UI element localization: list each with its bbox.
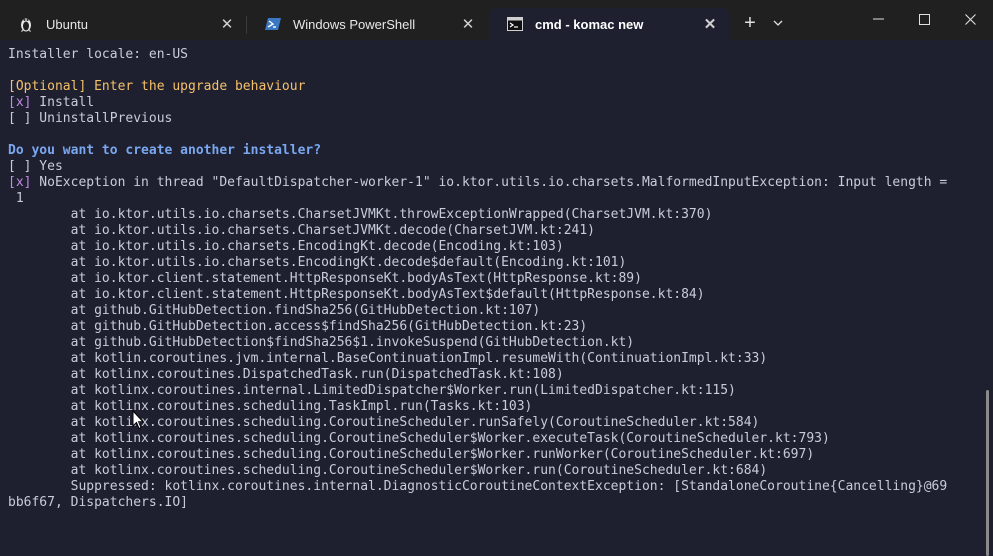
option-install: [x] Install bbox=[8, 95, 947, 111]
stack-line: at io.ktor.client.statement.HttpResponse… bbox=[8, 271, 642, 286]
minimize-button[interactable] bbox=[855, 0, 901, 38]
tab-label: cmd - komac new bbox=[535, 16, 644, 32]
new-tab-button[interactable]: + bbox=[738, 10, 762, 36]
close-tab-icon[interactable]: ✕ bbox=[212, 12, 242, 36]
powershell-icon bbox=[265, 16, 281, 32]
locale-line: Installer locale: en-US bbox=[8, 47, 189, 62]
error-continuation: 1 bbox=[8, 191, 24, 206]
maximize-button[interactable] bbox=[901, 0, 947, 38]
maximize-icon bbox=[918, 13, 930, 25]
error-text: NoException in thread "DefaultDispatcher… bbox=[31, 175, 948, 190]
stack-line: at github.GitHubDetection$findSha256$1.i… bbox=[8, 335, 635, 350]
stack-line: at kotlinx.coroutines.scheduling.TaskImp… bbox=[8, 399, 533, 414]
tab-bar: Ubuntu ✕ Windows PowerShell ✕ cmd - koma… bbox=[0, 0, 993, 40]
option-uninstall: [ ] UninstallPrevious bbox=[8, 111, 173, 126]
option-yes: [ ] Yes bbox=[8, 159, 63, 174]
stack-line: at github.GitHubDetection.findSha256(Git… bbox=[8, 303, 541, 318]
tab-ubuntu[interactable]: Ubuntu ✕ bbox=[0, 8, 246, 40]
stack-line: at io.ktor.utils.io.charsets.CharsetJVMK… bbox=[8, 223, 595, 238]
stack-line: at io.ktor.utils.io.charsets.CharsetJVMK… bbox=[8, 207, 713, 222]
tab-powershell[interactable]: Windows PowerShell ✕ bbox=[247, 8, 487, 40]
terminal-output[interactable]: Installer locale: en-US [Optional] Enter… bbox=[0, 40, 993, 556]
linux-penguin-icon bbox=[18, 16, 34, 32]
tab-label: Windows PowerShell bbox=[293, 16, 416, 32]
stack-line: at io.ktor.utils.io.charsets.EncodingKt.… bbox=[8, 255, 627, 270]
tab-cmd[interactable]: cmd - komac new ✕ bbox=[489, 8, 729, 40]
selected-mark: [x] bbox=[8, 95, 32, 110]
stack-line: at kotlin.coroutines.jvm.internal.BaseCo… bbox=[8, 351, 768, 366]
upgrade-prompt: [Optional] Enter the upgrade behaviour bbox=[8, 79, 306, 94]
tab-dropdown-button[interactable] bbox=[768, 10, 788, 36]
close-tab-icon[interactable]: ✕ bbox=[695, 12, 725, 36]
cmd-icon bbox=[507, 16, 523, 32]
stack-line: at kotlinx.coroutines.scheduling.Corouti… bbox=[8, 463, 768, 478]
chevron-down-icon bbox=[773, 20, 783, 26]
scrollbar-thumb[interactable] bbox=[986, 390, 989, 556]
close-icon bbox=[964, 13, 976, 25]
stack-line: at io.ktor.utils.io.charsets.EncodingKt.… bbox=[8, 239, 564, 254]
stack-line: at kotlinx.coroutines.internal.LimitedDi… bbox=[8, 383, 736, 398]
stack-line: at io.ktor.client.statement.HttpResponse… bbox=[8, 287, 705, 302]
option-label: Install bbox=[31, 95, 95, 110]
another-prompt: Do you want to create another installer? bbox=[8, 143, 322, 158]
suppressed-line: Suppressed: kotlinx.coroutines.internal.… bbox=[8, 479, 948, 494]
stack-line: at kotlinx.coroutines.DispatchedTask.run… bbox=[8, 367, 564, 382]
stack-line: at kotlinx.coroutines.scheduling.Corouti… bbox=[8, 415, 760, 430]
suppressed-continuation: bb6f67, Dispatchers.IO] bbox=[8, 495, 189, 510]
stack-line: at kotlinx.coroutines.scheduling.Corouti… bbox=[8, 447, 815, 462]
stack-line: at kotlinx.coroutines.scheduling.Corouti… bbox=[8, 431, 830, 446]
option-no-error: [x] NoException in thread "DefaultDispat… bbox=[8, 175, 947, 191]
close-tab-icon[interactable]: ✕ bbox=[453, 12, 483, 36]
terminal-lines: Installer locale: en-US [Optional] Enter… bbox=[8, 47, 947, 511]
close-window-button[interactable] bbox=[947, 0, 993, 38]
stack-line: at github.GitHubDetection.access$findSha… bbox=[8, 319, 588, 334]
mouse-cursor-icon bbox=[132, 410, 144, 430]
minimize-icon bbox=[872, 18, 884, 20]
tab-label: Ubuntu bbox=[46, 16, 88, 32]
selected-mark: [x] bbox=[8, 175, 32, 190]
